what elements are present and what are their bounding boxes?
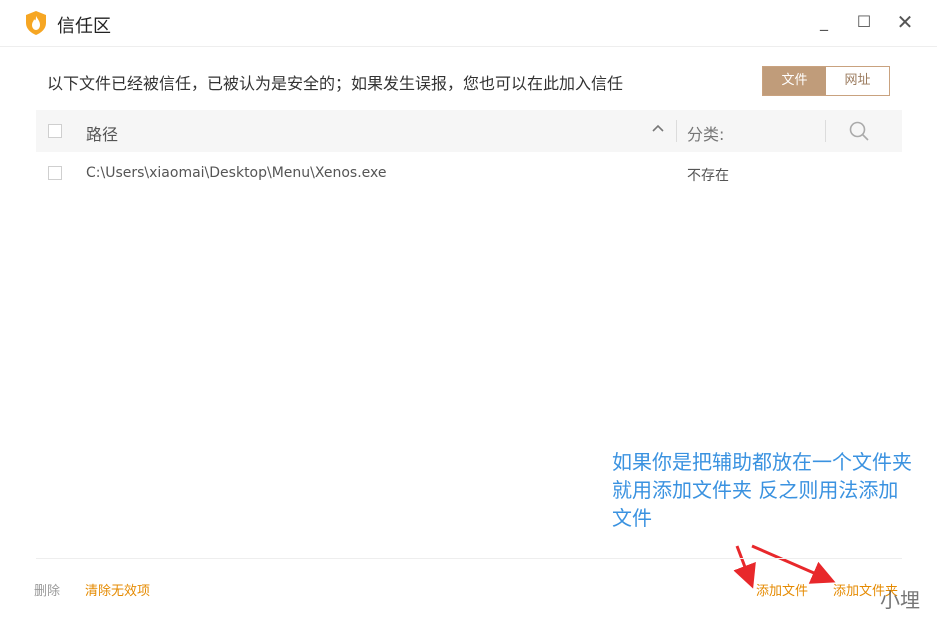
arrow-to-add-file	[733, 545, 756, 589]
title-bar: 信任区 _ ☐ ✕	[0, 0, 937, 47]
row-path: C:\Users\xiaomai\Desktop\Menu\Xenos.exe	[86, 165, 387, 181]
close-button[interactable]: ✕	[893, 10, 917, 34]
annotation-text: 如果你是把辅助都放在一个文件夹 就用添加文件夹 反之则用法添加 文件	[612, 448, 932, 532]
search-icon[interactable]	[848, 120, 870, 142]
type-switch: 文件 网址	[762, 66, 890, 96]
column-path-header[interactable]: 路径	[86, 121, 118, 145]
column-divider	[676, 120, 677, 142]
row-category: 不存在	[687, 168, 729, 184]
tab-url[interactable]: 网址	[826, 67, 889, 95]
minimize-button[interactable]: _	[812, 10, 836, 34]
table-row[interactable]: C:\Users\xiaomai\Desktop\Menu\Xenos.exe …	[36, 153, 902, 193]
row-checkbox[interactable]	[48, 166, 62, 180]
arrow-to-add-folder	[751, 544, 836, 584]
window-title: 信任区	[57, 16, 111, 37]
maximize-button[interactable]: ☐	[852, 10, 876, 34]
shield-flame-icon	[26, 11, 46, 35]
intro-text: 以下文件已经被信任，已被认为是安全的；如果发生误报，您也可以在此加入信任	[47, 74, 624, 93]
clear-invalid-button[interactable]: 清除无效项	[85, 580, 150, 599]
column-divider	[825, 120, 826, 142]
annotation-line: 文件	[612, 506, 652, 530]
watermark: 小埋	[880, 588, 920, 612]
tab-file[interactable]: 文件	[763, 67, 826, 95]
select-all-checkbox[interactable]	[48, 124, 62, 138]
table-header: 路径 分类:	[36, 110, 902, 152]
chevron-up-icon[interactable]	[650, 120, 666, 136]
add-file-button[interactable]: 添加文件	[756, 580, 808, 599]
annotation-line: 就用添加文件夹 反之则用法添加	[612, 478, 899, 502]
column-category-header[interactable]: 分类:	[687, 121, 724, 145]
delete-button[interactable]: 删除	[34, 580, 60, 599]
footer-divider	[36, 558, 902, 559]
annotation-line: 如果你是把辅助都放在一个文件夹	[612, 450, 912, 474]
